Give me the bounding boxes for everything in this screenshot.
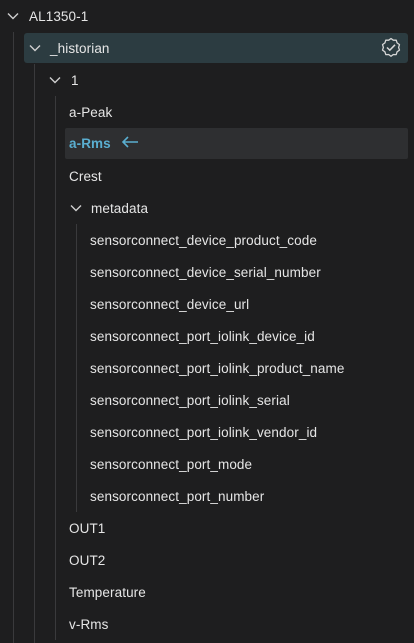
indent-guide xyxy=(34,64,35,643)
chevron-down-icon[interactable] xyxy=(28,41,42,55)
indent-guide xyxy=(55,96,56,640)
tree-leaf-metadata-item[interactable]: sensorconnect_device_url xyxy=(90,289,249,319)
tree-node-label: v-Rms xyxy=(69,616,109,632)
tree-node-label: sensorconnect_port_iolink_vendor_id xyxy=(90,424,318,440)
tree-node-label: OUT1 xyxy=(69,520,106,536)
tree-leaf-crest[interactable]: Crest xyxy=(69,161,102,191)
tree-node-label: Crest xyxy=(69,168,102,184)
tree-node-label: sensorconnect_port_iolink_product_name xyxy=(90,360,345,376)
arrow-left-icon xyxy=(120,135,140,152)
tree-node-label: OUT2 xyxy=(69,552,106,568)
chevron-down-icon[interactable] xyxy=(69,201,83,215)
tree-leaf-metadata-item[interactable]: sensorconnect_device_serial_number xyxy=(90,257,321,287)
chevron-down-icon[interactable] xyxy=(48,73,62,87)
tree-node-label: sensorconnect_device_serial_number xyxy=(90,264,321,280)
tree-node-label: sensorconnect_port_number xyxy=(90,488,265,504)
tree-node-label: a-Rms xyxy=(69,136,111,151)
tree-leaf-metadata-item[interactable]: sensorconnect_port_iolink_product_name xyxy=(90,353,344,383)
tree-view: AL1350-1 _historian 1 a-Peak a-Rms Crest… xyxy=(0,0,414,643)
tree-node-metadata[interactable]: metadata xyxy=(69,193,148,223)
tree-node-historian[interactable]: _historian xyxy=(24,33,408,63)
tree-leaf-metadata-item[interactable]: sensorconnect_port_iolink_device_id xyxy=(90,321,315,351)
indent-guide xyxy=(76,224,77,512)
tree-leaf-metadata-item[interactable]: sensorconnect_port_iolink_serial xyxy=(90,385,290,415)
tree-node-label: metadata xyxy=(91,200,149,216)
tree-leaf-metadata-item[interactable]: sensorconnect_port_iolink_vendor_id xyxy=(90,417,317,447)
tree-leaf-metadata-item[interactable]: sensorconnect_port_number xyxy=(90,481,264,511)
tree-node-label: sensorconnect_device_product_code xyxy=(90,232,317,248)
indent-guide xyxy=(13,32,14,643)
tree-node-label: Temperature xyxy=(69,584,146,600)
tree-node-label: sensorconnect_port_mode xyxy=(90,456,253,472)
tree-leaf-metadata-item[interactable]: sensorconnect_port_mode xyxy=(90,449,252,479)
check-circle-icon xyxy=(380,37,402,62)
tree-leaf-a-peak[interactable]: a-Peak xyxy=(69,97,112,127)
tree-node-1[interactable]: 1 xyxy=(48,65,79,95)
tree-node-label: AL1350-1 xyxy=(29,8,89,24)
tree-node-label: a-Peak xyxy=(69,104,113,120)
tree-node-label: sensorconnect_port_iolink_device_id xyxy=(90,328,315,344)
tree-node-label: sensorconnect_device_url xyxy=(90,296,250,312)
tree-leaf-out2[interactable]: OUT2 xyxy=(69,545,105,575)
chevron-down-icon[interactable] xyxy=(6,9,20,23)
tree-node-root[interactable]: AL1350-1 xyxy=(6,1,88,31)
tree-leaf-a-rms[interactable]: a-Rms xyxy=(65,128,408,159)
tree-leaf-temperature[interactable]: Temperature xyxy=(69,577,146,607)
tree-node-label: _historian xyxy=(50,40,110,56)
tree-leaf-metadata-item[interactable]: sensorconnect_device_product_code xyxy=(90,225,317,255)
tree-node-label: sensorconnect_port_iolink_serial xyxy=(90,392,290,408)
tree-leaf-out1[interactable]: OUT1 xyxy=(69,513,105,543)
tree-node-label: 1 xyxy=(71,72,79,88)
tree-leaf-v-rms[interactable]: v-Rms xyxy=(69,609,109,639)
